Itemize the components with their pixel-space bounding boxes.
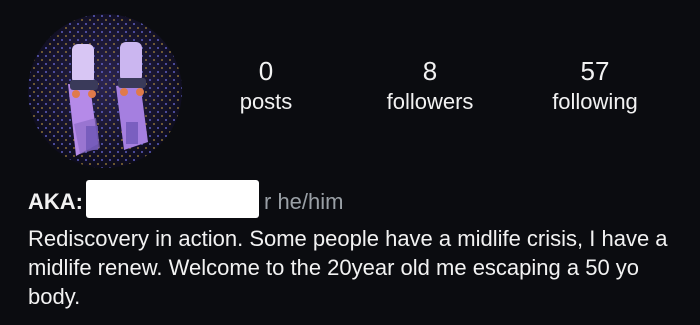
posts-stat[interactable]: 0 posts: [226, 56, 306, 116]
pronouns: r he/him: [264, 189, 344, 214]
profile-avatar[interactable]: [28, 14, 182, 168]
display-name: AKA:: [28, 189, 83, 214]
redaction-mark: [86, 180, 259, 218]
posts-label: posts: [239, 89, 293, 114]
followers-count: 8: [422, 56, 438, 86]
following-stat[interactable]: 57 following: [535, 56, 655, 116]
followers-label: followers: [386, 89, 474, 114]
followers-stat[interactable]: 8 followers: [370, 56, 490, 116]
profile-name-row: AKA: r he/him: [28, 180, 343, 218]
avatar-image: [28, 14, 182, 168]
following-count: 57: [580, 56, 610, 86]
posts-count: 0: [258, 56, 274, 86]
profile-bio: Rediscovery in action. Some people have …: [28, 226, 668, 309]
following-label: following: [552, 89, 638, 114]
